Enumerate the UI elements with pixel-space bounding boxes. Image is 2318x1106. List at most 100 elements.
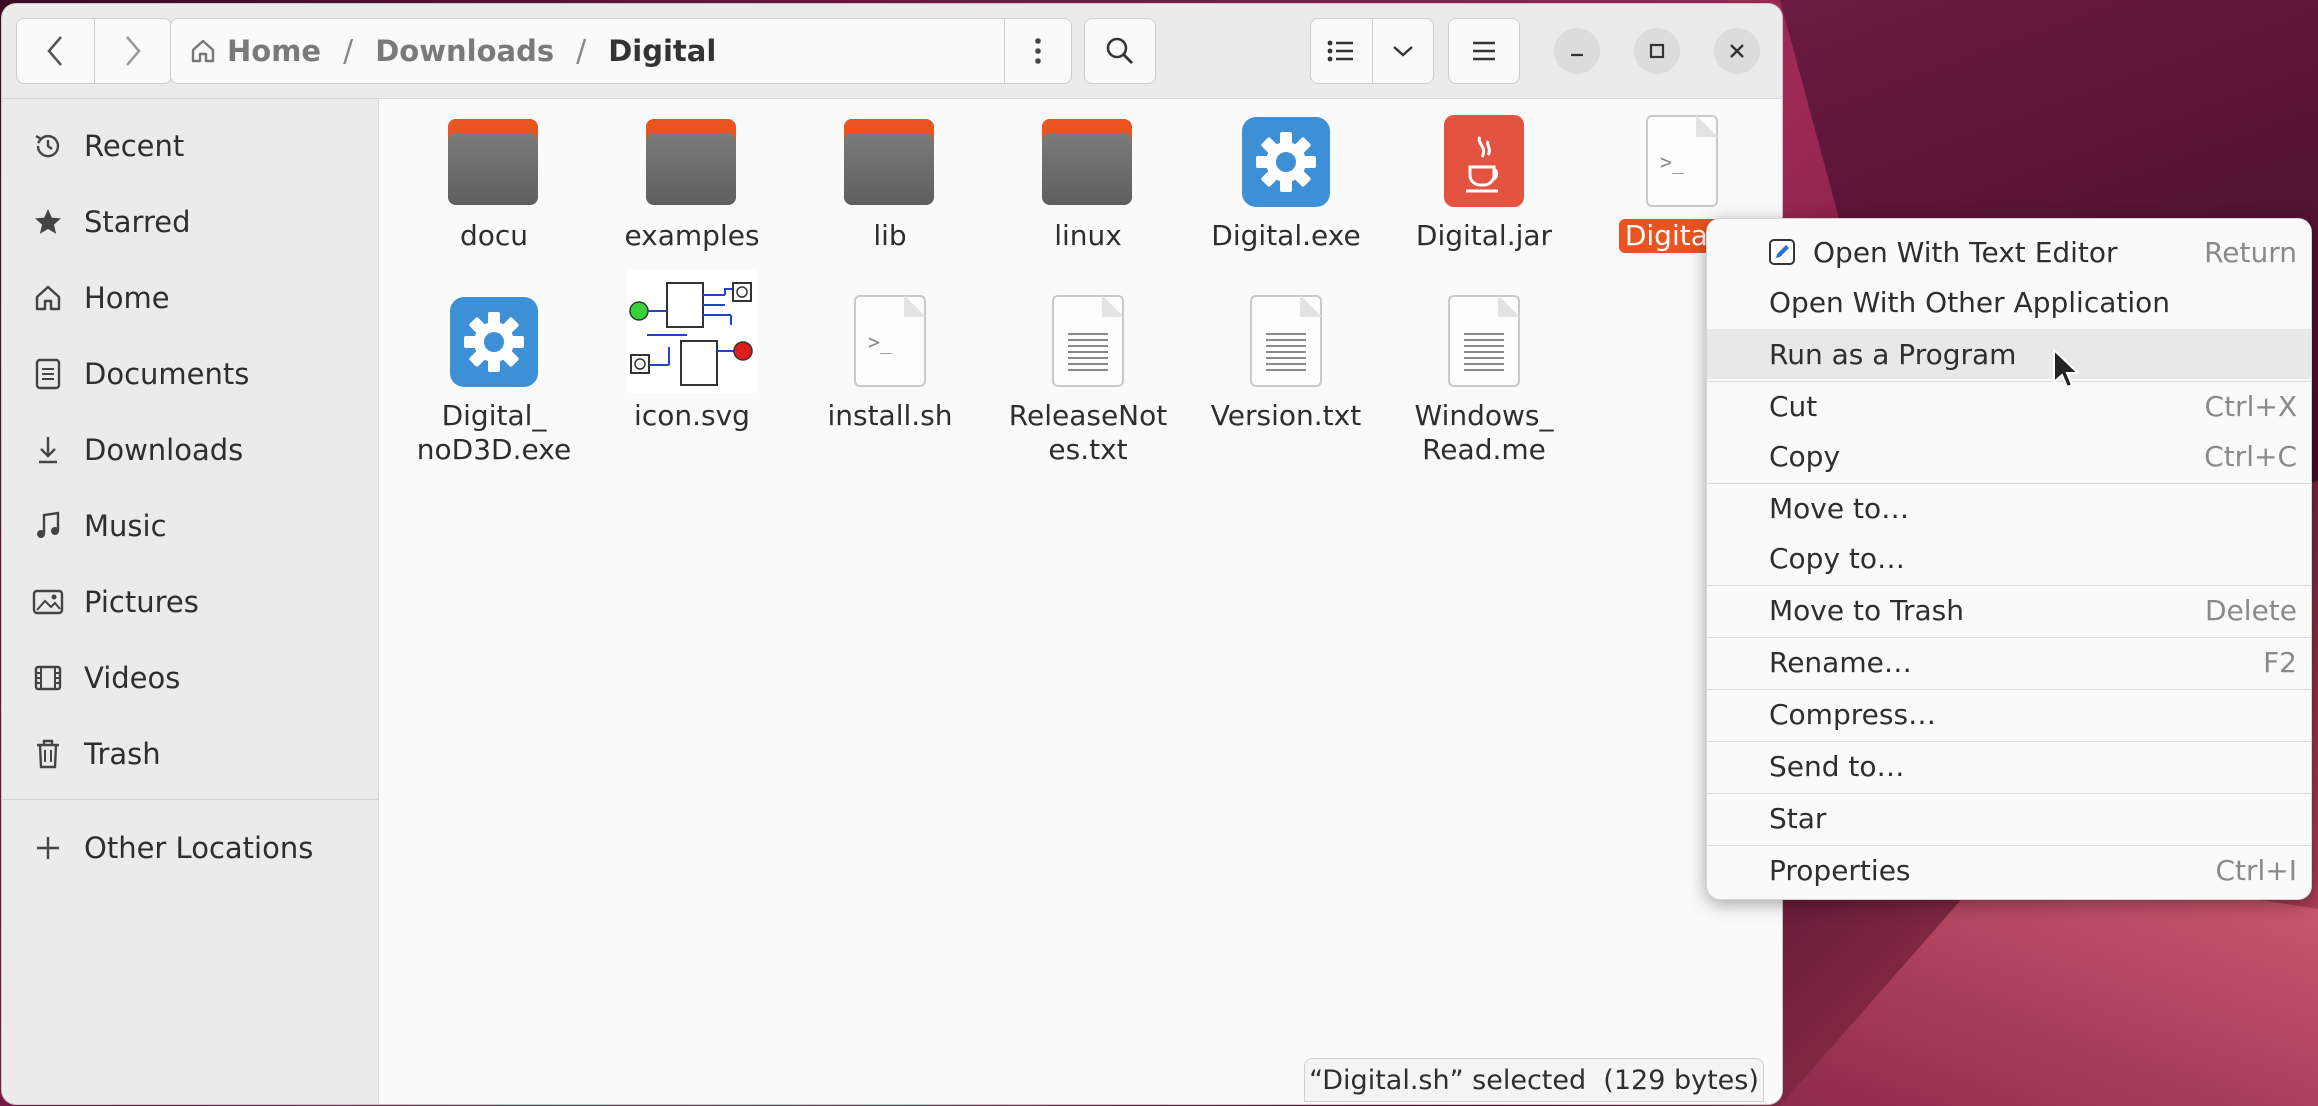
file-item[interactable]: icon.svg <box>597 269 787 433</box>
breadcrumb-separator: / <box>343 33 354 69</box>
terminal-file-icon: >_ <box>1632 113 1732 213</box>
star-icon <box>30 204 66 240</box>
menu-item-move-to-trash[interactable]: Move to Trash Delete <box>1707 585 2311 635</box>
file-item[interactable]: ReleaseNot es.txt <box>993 293 1183 467</box>
file-view: docu examples lib linux Digital.exe Digi… <box>379 99 1782 1104</box>
context-menu: Open With Text Editor Return Open With O… <box>1706 218 2312 900</box>
search-button[interactable] <box>1084 18 1156 84</box>
document-icon <box>30 356 66 392</box>
file-item[interactable]: Digital.jar <box>1389 113 1579 253</box>
video-icon <box>30 660 66 696</box>
clock-icon <box>30 128 66 164</box>
menu-item-label: Compress… <box>1769 697 1937 731</box>
sidebar-item-home[interactable]: Home <box>2 267 378 329</box>
path-menu-button[interactable] <box>1004 19 1071 83</box>
menu-item-label: Open With Other Application <box>1769 285 2171 319</box>
gear-icon <box>444 293 544 393</box>
menu-item-open-with-other-application[interactable]: Open With Other Application <box>1707 277 2311 327</box>
file-item[interactable]: docu <box>399 113 589 253</box>
plus-icon <box>30 830 66 866</box>
sidebar-item-label: Home <box>84 281 170 315</box>
maximize-icon <box>1649 43 1665 59</box>
menu-item-label: Send to… <box>1769 749 1905 783</box>
file-manager-window: Home / Downloads / Digital Recent Starre… <box>2 4 1782 1104</box>
gear-icon <box>1236 113 1336 213</box>
menu-item-label: Cut <box>1769 389 1818 423</box>
file-item[interactable]: >_ install.sh <box>795 293 985 433</box>
sidebar-item-recent[interactable]: Recent <box>2 115 378 177</box>
folder-icon <box>1038 113 1138 213</box>
sidebar-item-downloads[interactable]: Downloads <box>2 419 378 481</box>
minimize-icon <box>1571 53 1583 57</box>
folder-icon <box>642 113 742 213</box>
minimize-button[interactable] <box>1554 28 1600 74</box>
home-icon <box>189 37 217 65</box>
file-item[interactable]: Windows_ Read.me <box>1389 293 1579 467</box>
maximize-button[interactable] <box>1634 28 1680 74</box>
text-file-icon <box>1236 293 1336 393</box>
chevron-left-icon <box>47 36 63 66</box>
menu-item-label: Copy to… <box>1769 541 1906 575</box>
file-name: linux <box>1054 219 1122 252</box>
sidebar-item-starred[interactable]: Starred <box>2 191 378 253</box>
menu-item-cut[interactable]: Cut Ctrl+X <box>1707 381 2311 431</box>
menu-item-shortcut: Delete <box>2205 593 2297 627</box>
menu-item-open-with-text-editor[interactable]: Open With Text Editor Return <box>1707 227 2311 277</box>
list-view-button[interactable] <box>1311 19 1373 83</box>
mouse-pointer-icon <box>2053 348 2080 389</box>
main-menu-button[interactable] <box>1448 18 1520 84</box>
breadcrumb-current[interactable]: Digital <box>608 34 716 68</box>
sidebar-item-label: Videos <box>84 661 181 695</box>
menu-item-shortcut: Ctrl+C <box>2204 439 2297 473</box>
file-item[interactable]: Version.txt <box>1191 293 1381 433</box>
close-icon <box>1730 44 1744 58</box>
folder-icon <box>444 113 544 213</box>
sidebar-item-trash[interactable]: Trash <box>2 723 378 785</box>
breadcrumb-home[interactable]: Home <box>227 34 321 68</box>
menu-item-label: Star <box>1769 801 1827 835</box>
file-name: Digital_ noD3D.exe <box>416 399 572 466</box>
text-file-icon <box>1038 293 1138 393</box>
sidebar-item-label: Downloads <box>84 433 244 467</box>
menu-item-run-as-program[interactable]: Run as a Program <box>1707 329 2311 379</box>
header-bar: Home / Downloads / Digital <box>2 4 1782 99</box>
sidebar-item-videos[interactable]: Videos <box>2 647 378 709</box>
sidebar-item-documents[interactable]: Documents <box>2 343 378 405</box>
menu-item-move-to[interactable]: Move to… <box>1707 483 2311 533</box>
breadcrumb-downloads[interactable]: Downloads <box>375 34 554 68</box>
sidebar-item-other-locations[interactable]: Other Locations <box>2 817 378 879</box>
file-name: icon.svg <box>634 399 750 432</box>
file-item[interactable]: Digital_ noD3D.exe <box>399 293 589 467</box>
menu-item-copy[interactable]: Copy Ctrl+C <box>1707 431 2311 481</box>
file-item[interactable]: examples <box>597 113 787 253</box>
back-button[interactable] <box>17 19 95 83</box>
menu-item-send-to[interactable]: Send to… <box>1707 741 2311 791</box>
sidebar-item-pictures[interactable]: Pictures <box>2 571 378 633</box>
sidebar-item-label: Pictures <box>84 585 199 619</box>
close-button[interactable] <box>1714 28 1760 74</box>
menu-item-label: Rename… <box>1769 645 1912 679</box>
menu-item-star[interactable]: Star <box>1707 793 2311 843</box>
menu-item-label: Copy <box>1769 439 1841 473</box>
menu-item-rename[interactable]: Rename… F2 <box>1707 637 2311 687</box>
menu-item-label: Run as a Program <box>1769 337 2017 371</box>
sidebar-item-label: Other Locations <box>84 831 314 865</box>
sidebar-item-music[interactable]: Music <box>2 495 378 557</box>
menu-item-copy-to[interactable]: Copy to… <box>1707 533 2311 583</box>
menu-item-shortcut: Ctrl+I <box>2215 853 2297 887</box>
forward-button[interactable] <box>95 19 172 83</box>
menu-item-compress[interactable]: Compress… <box>1707 689 2311 739</box>
sidebar: Recent Starred Home Documents Downloads … <box>2 99 379 1104</box>
sidebar-item-label: Music <box>84 509 167 543</box>
hamburger-menu-icon <box>1473 41 1495 61</box>
navigation-buttons <box>16 18 172 84</box>
list-view-icon <box>1327 40 1354 62</box>
text-editor-icon <box>1769 239 1795 265</box>
file-name: Windows_ Read.me <box>1414 399 1554 466</box>
menu-item-properties[interactable]: Properties Ctrl+I <box>1707 845 2311 895</box>
file-item[interactable]: linux <box>993 113 1183 253</box>
file-item[interactable]: Digital.exe <box>1191 113 1381 253</box>
file-item[interactable]: lib <box>795 113 985 253</box>
sidebar-item-label: Documents <box>84 357 250 391</box>
view-options-dropdown[interactable] <box>1373 19 1434 83</box>
